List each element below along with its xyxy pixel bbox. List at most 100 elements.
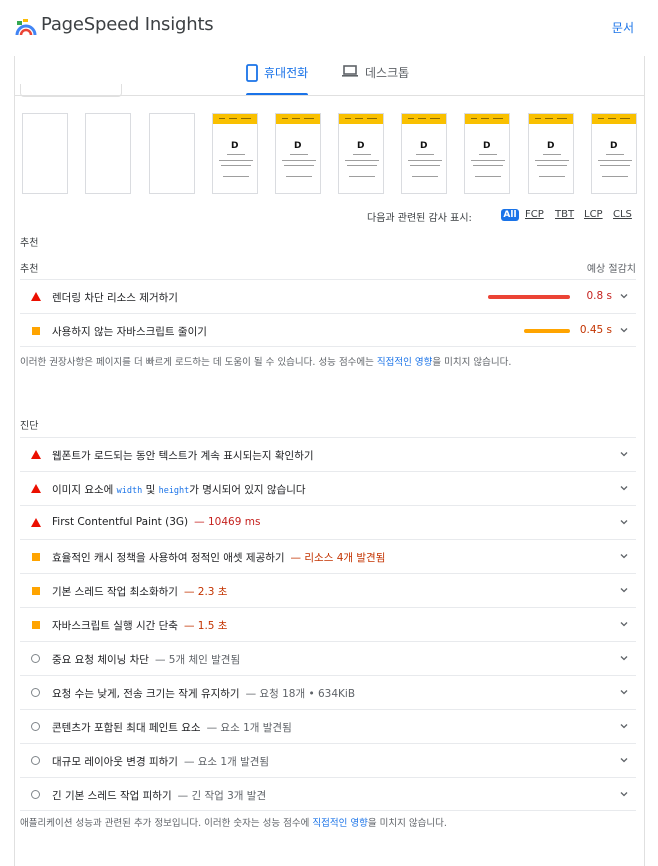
filter-chip-tbt[interactable]: TBT (555, 209, 574, 220)
diagnostic-detail: — 10469 ms (194, 516, 261, 528)
title-text: 가 명시되어 있지 않습니다 (189, 484, 306, 496)
average-square-icon (32, 621, 40, 629)
opportunity-unused-javascript[interactable]: 사용하지 않는 자바스크립트 줄이기 0.45 s (20, 313, 636, 347)
diagnostic-title: 중요 요청 체이닝 차단 — 5개 체인 발견됨 (52, 652, 240, 667)
average-square-icon (32, 327, 40, 335)
pagespeed-logo-icon (15, 19, 37, 36)
filter-chip-lcp[interactable]: LCP (584, 209, 603, 220)
title-text: 기본 스레드 작업 최소화하기 (52, 586, 178, 598)
site-logo-icon: D (231, 141, 239, 151)
diagnostic-largest-contentful-paint-element[interactable]: 콘텐츠가 포함된 최대 페인트 요소 — 요소 1개 발견됨 (20, 709, 636, 743)
chevron-down-icon[interactable] (619, 551, 629, 561)
diagnostic-detail: — 2.3 초 (183, 586, 228, 598)
diagnostic-title: 콘텐츠가 포함된 최대 페인트 요소 — 요소 1개 발견됨 (52, 720, 292, 735)
diagnostic-webfont-visible[interactable]: 웹폰트가 로드되는 동안 텍스트가 계속 표시되는지 확인하기 (20, 437, 636, 471)
code-token: width (116, 486, 143, 496)
filmstrip-frame: D (275, 113, 321, 194)
savings-value: 0.8 s (586, 290, 612, 302)
diagnostic-detail: — 요청 18개 • 634KiB (245, 688, 356, 700)
chevron-down-icon[interactable] (619, 585, 629, 595)
diagnostic-title: First Contentful Paint (3G) — 10469 ms (52, 516, 260, 528)
diagnostic-long-tasks[interactable]: 긴 기본 스레드 작업 피하기 — 긴 작업 3개 발견 (20, 777, 636, 811)
opportunities-heading: 추천 (20, 238, 39, 249)
fail-triangle-icon (31, 518, 41, 527)
filter-chip-cls[interactable]: CLS (613, 209, 632, 220)
previous-section-edge (20, 84, 122, 97)
savings-value: 0.45 s (579, 324, 612, 336)
title-text: 대규모 레이아웃 변경 피하기 (52, 756, 178, 768)
fail-triangle-icon (31, 292, 41, 301)
title-text: First Contentful Paint (3G) (52, 516, 189, 528)
chevron-down-icon[interactable] (619, 619, 629, 629)
site-logo-icon: D (294, 141, 302, 151)
diagnostics-footnote: 애플리케이션 성능과 관련된 추가 정보입니다. 이러한 숫자는 성능 점수에 … (20, 815, 447, 829)
footnote-text: 을 미치지 않습니다. (367, 818, 447, 829)
diagnostic-cache-policy[interactable]: 효율적인 캐시 정책을 사용하여 정적인 애셋 제공하기 — 리소스 4개 발견됨 (20, 539, 636, 573)
footnote-text: 이러한 권장사항은 페이지를 더 빠르게 로드하는 데 도움이 될 수 있습니다… (20, 357, 377, 368)
chevron-down-icon[interactable] (619, 325, 629, 335)
title-text: 및 (142, 484, 159, 496)
chevron-down-icon[interactable] (619, 517, 629, 527)
site-logo-icon: D (547, 141, 555, 151)
filter-chip-all[interactable]: All (501, 209, 519, 221)
diagnostic-title: 요청 수는 낮게, 전송 크기는 작게 유지하기 — 요청 18개 • 634Ki… (52, 686, 355, 701)
filmstrip-frame: D (591, 113, 637, 194)
info-circle-icon (31, 756, 40, 765)
site-logo-icon: D (420, 141, 428, 151)
opportunity-title: 사용하지 않는 자바스크립트 줄이기 (52, 326, 207, 338)
laptop-icon (341, 64, 359, 78)
diagnostic-critical-request-chains[interactable]: 중요 요청 체이닝 차단 — 5개 체인 발견됨 (20, 641, 636, 675)
opportunity-render-blocking[interactable]: 렌더링 차단 리소스 제거하기 0.8 s (20, 279, 636, 313)
smartphone-icon (246, 64, 258, 82)
title-text: 자바스크립트 실행 시간 단축 (52, 620, 178, 632)
chevron-down-icon[interactable] (619, 755, 629, 765)
diagnostic-image-dimensions[interactable]: 이미지 요소에 width 및 height가 명시되어 있지 않습니다 (20, 471, 636, 505)
diagnostics-heading: 진단 (20, 421, 39, 432)
diagnostic-title: 자바스크립트 실행 시간 단축 — 1.5 초 (52, 618, 227, 633)
chevron-down-icon[interactable] (619, 789, 629, 799)
savings-bar (488, 295, 570, 299)
chevron-down-icon[interactable] (619, 291, 629, 301)
app-header: PageSpeed Insights 문서 (0, 0, 658, 56)
app-title: PageSpeed Insights (41, 14, 214, 35)
audit-filter-label: 다음과 관련된 감사 표시: (367, 213, 472, 224)
diagnostic-title: 효율적인 캐시 정책을 사용하여 정적인 애셋 제공하기 — 리소스 4개 발견됨 (52, 550, 385, 565)
opportunity-title: 렌더링 차단 리소스 제거하기 (52, 292, 178, 304)
tab-mobile[interactable]: 휴대전화 (246, 64, 309, 96)
fail-triangle-icon (31, 484, 41, 493)
filter-chip-fcp[interactable]: FCP (525, 209, 544, 220)
opportunities-column-right: 예상 절감치 (586, 264, 636, 275)
direct-impact-link[interactable]: 직접적인 영향 (312, 818, 367, 829)
title-text: 콘텐츠가 포함된 최대 페인트 요소 (52, 722, 201, 734)
filmstrip: D D D D D D D (22, 113, 638, 195)
filmstrip-frame (22, 113, 68, 194)
diagnostic-main-thread-work[interactable]: 기본 스레드 작업 최소화하기 — 2.3 초 (20, 573, 636, 607)
opportunities-footnote: 이러한 권장사항은 페이지를 더 빠르게 로드하는 데 도움이 될 수 있습니다… (20, 354, 511, 368)
site-logo-icon: D (483, 141, 491, 151)
diagnostic-detail: — 1.5 초 (183, 620, 228, 632)
site-logo-icon: D (357, 141, 365, 151)
docs-link[interactable]: 문서 (612, 19, 634, 36)
savings-bar (524, 329, 570, 333)
footnote-text: 애플리케이션 성능과 관련된 추가 정보입니다. 이러한 숫자는 성능 점수에 (20, 818, 313, 829)
chevron-down-icon[interactable] (619, 449, 629, 459)
filmstrip-frame (85, 113, 131, 194)
diagnostic-first-contentful-paint-3g[interactable]: First Contentful Paint (3G) — 10469 ms (20, 505, 636, 539)
diagnostic-title: 웹폰트가 로드되는 동안 텍스트가 계속 표시되는지 확인하기 (52, 448, 314, 463)
chevron-down-icon[interactable] (619, 687, 629, 697)
diagnostic-request-count[interactable]: 요청 수는 낮게, 전송 크기는 작게 유지하기 — 요청 18개 • 634Ki… (20, 675, 636, 709)
diagnostic-detail: — 요소 1개 발견됨 (183, 756, 270, 768)
info-circle-icon (31, 688, 40, 697)
title-text: 중요 요청 체이닝 차단 (52, 654, 149, 666)
title-text: 긴 기본 스레드 작업 피하기 (52, 790, 172, 802)
direct-impact-link[interactable]: 직접적인 영향 (377, 357, 432, 368)
tab-desktop[interactable]: 데스크톱 (341, 64, 409, 96)
diagnostic-layout-shifts[interactable]: 대규모 레이아웃 변경 피하기 — 요소 1개 발견됨 (20, 743, 636, 777)
chevron-down-icon[interactable] (619, 653, 629, 663)
chevron-down-icon[interactable] (619, 721, 629, 731)
info-circle-icon (31, 654, 40, 663)
average-square-icon (32, 587, 40, 595)
chevron-down-icon[interactable] (619, 483, 629, 493)
diagnostic-javascript-execution[interactable]: 자바스크립트 실행 시간 단축 — 1.5 초 (20, 607, 636, 641)
filmstrip-frame: D (401, 113, 447, 194)
